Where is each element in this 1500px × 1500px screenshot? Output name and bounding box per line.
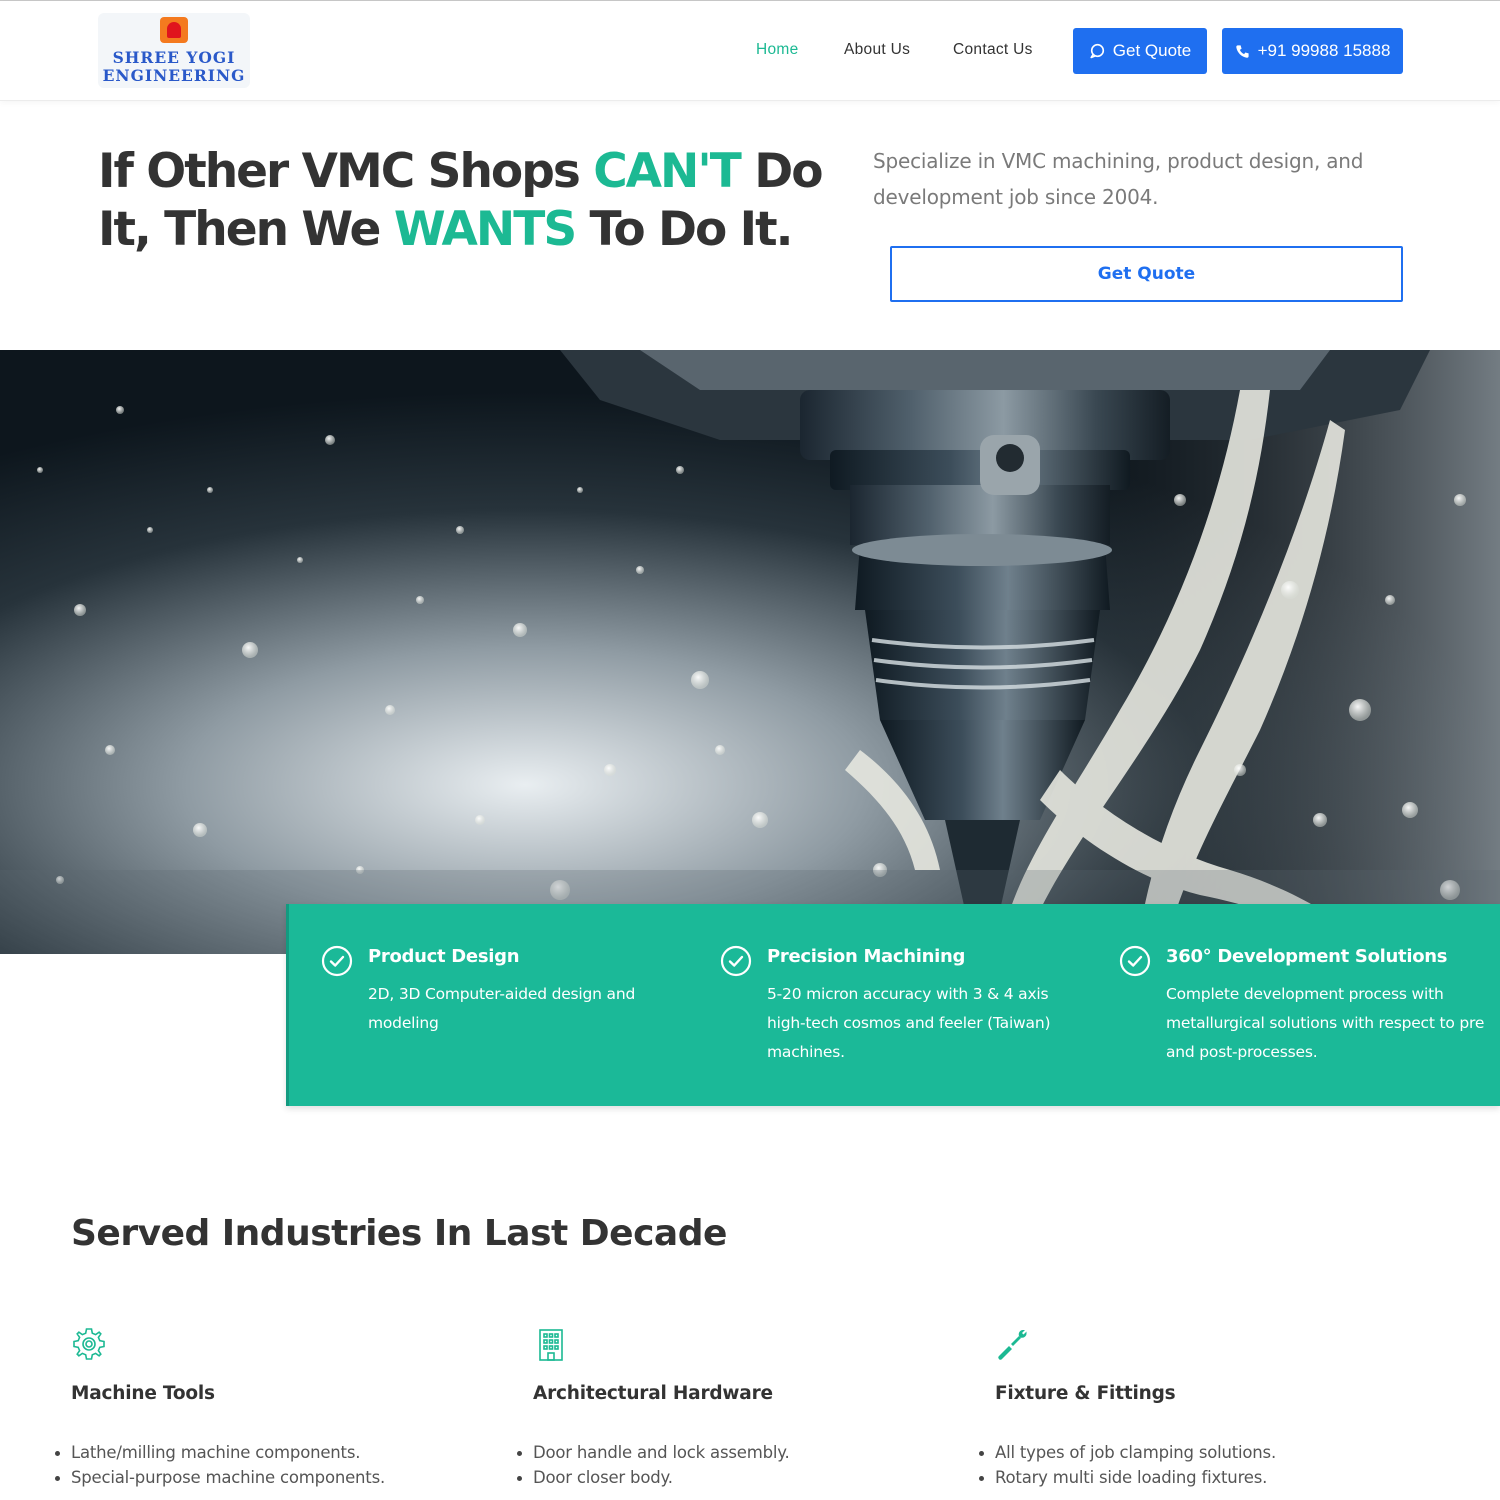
gear-icon [71,1326,107,1366]
hero-subtitle: Specialize in VMC machining, product des… [873,149,1364,209]
list-item: Rotary multi side loading fixtures. [979,1465,1415,1490]
logo-text: SHREE YOGI ENGINEERING [98,49,250,85]
check-circle-icon [1119,945,1151,981]
feature-text: Complete development process with metall… [1166,985,1485,1061]
header-get-quote-button[interactable]: Get Quote [1073,28,1207,74]
list-item: Door handle and lock assembly. [517,1440,953,1465]
header-phone-button[interactable]: +91 99988 15888 [1222,28,1403,74]
chat-icon [1089,43,1105,59]
industry-name: Fixture & Fittings [995,1383,1176,1404]
list-item: All types of job clamping solutions. [979,1440,1415,1465]
hero-title-part1: If Other VMC Shops [98,144,594,199]
hero-title-accent-cant: CAN'T [593,144,742,199]
features-band: Product Design 2D, 3D Computer-aided des… [286,904,1500,1106]
logo[interactable]: SHREE YOGI ENGINEERING [98,13,250,88]
nav-home[interactable]: Home [756,41,799,59]
industry-bullets: Door handle and lock assembly. Door clos… [517,1440,953,1490]
list-item: Special-purpose machine components. [55,1465,491,1490]
site-header: SHREE YOGI ENGINEERING Home About Us Con… [0,1,1500,101]
hero-get-quote-button[interactable]: Get Quote [890,246,1403,302]
feature-title: 360° Development Solutions [1166,946,1448,967]
industry-name: Architectural Hardware [533,1383,773,1404]
phone-icon [1235,44,1250,59]
list-item: Lathe/milling machine components. [55,1440,491,1465]
industry-bullets: Lathe/milling machine components. Specia… [55,1440,491,1490]
header-get-quote-label: Get Quote [1112,41,1192,60]
list-item: Door closer body. [517,1465,953,1490]
check-circle-icon [720,945,752,981]
industry-bullets: All types of job clamping solutions. Rot… [979,1440,1415,1490]
hero-title: If Other VMC Shops CAN'T Do It, Then We … [98,143,858,259]
logo-text-line2: ENGINEERING [102,66,246,85]
wrench-icon [995,1326,1031,1366]
check-circle-icon [321,945,353,981]
industries-title: Served Industries In Last Decade [71,1213,727,1254]
nav-about-us[interactable]: About Us [844,41,910,59]
feature-title: Product Design [368,946,520,967]
hero-title-part3: To Do It. [575,202,794,257]
building-icon [533,1326,569,1366]
logo-mark-icon [160,17,188,43]
feature-text: 5-20 micron accuracy with 3 & 4 axis hig… [767,985,1051,1061]
industry-name: Machine Tools [71,1383,215,1404]
cnc-machining-photo [0,350,1500,954]
hero-image [0,350,1500,954]
feature-title: Precision Machining [767,946,966,967]
hero-title-accent-wants: WANTS [393,202,577,257]
header-phone-label: +91 99988 15888 [1257,41,1391,60]
nav-contact-us[interactable]: Contact Us [953,41,1033,59]
feature-text: 2D, 3D Computer-aided design and modelin… [368,985,636,1032]
logo-text-line1: SHREE YOGI [112,48,236,67]
